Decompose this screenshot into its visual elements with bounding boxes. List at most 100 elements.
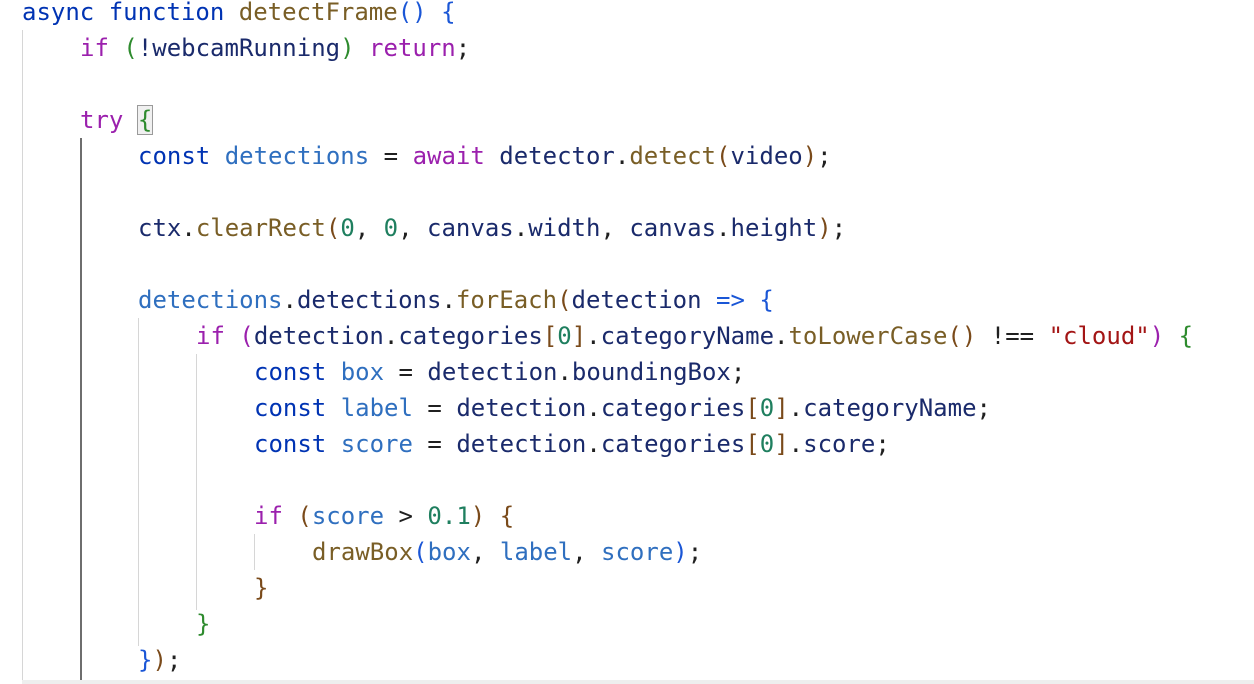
code-token: toLowerCase — [788, 322, 948, 350]
code-token: { — [441, 0, 456, 26]
code-line[interactable]: const score = detection.categories[0].sc… — [22, 426, 890, 462]
code-line[interactable]: if (detection.categories[0].categoryName… — [22, 318, 1193, 354]
code-line[interactable]: if (!webcamRunning) return; — [22, 30, 470, 66]
code-token: score — [601, 538, 674, 566]
code-token: 0 — [383, 214, 399, 242]
code-token: = — [384, 358, 428, 386]
code-token: async — [22, 0, 95, 26]
code-token: = — [412, 394, 457, 422]
code-token: . — [383, 322, 399, 350]
code-token: ( — [239, 322, 254, 350]
code-token: > — [384, 502, 428, 530]
code-token: { — [499, 502, 515, 530]
code-token: . — [586, 430, 601, 458]
code-token: ) — [470, 502, 486, 530]
code-token: ) — [1149, 322, 1165, 350]
code-token: . — [586, 394, 601, 422]
code-token: ( — [413, 538, 428, 566]
code-token: clearRect — [195, 214, 326, 242]
code-token: if — [196, 322, 225, 350]
code-line[interactable]: const label = detection.categories[0].ca… — [22, 390, 991, 426]
code-token: () — [397, 0, 427, 26]
code-token: . — [788, 430, 804, 458]
code-token: 0 — [759, 430, 775, 458]
code-token: ctx — [138, 214, 182, 242]
code-token: 0 — [759, 394, 775, 422]
code-token: video — [730, 142, 803, 170]
code-token: [ — [745, 394, 760, 422]
code-token: , — [398, 214, 428, 242]
code-token: 0 — [340, 214, 355, 242]
code-token: } — [196, 610, 211, 638]
code-token: ; — [730, 358, 746, 386]
code-token: } — [138, 646, 153, 674]
code-token: , — [600, 214, 630, 242]
code-token: width — [528, 214, 601, 242]
horizontal-scrollbar[interactable] — [22, 680, 1254, 684]
code-token: = — [412, 430, 457, 458]
code-token: ; — [166, 646, 182, 674]
code-token: drawBox — [312, 538, 414, 566]
code-line[interactable]: } — [22, 606, 210, 642]
code-token: categoryName — [803, 394, 977, 422]
code-token: . — [614, 142, 630, 170]
code-token: const — [254, 430, 327, 458]
code-token: detections — [224, 142, 370, 170]
code-line[interactable]: } — [22, 570, 268, 606]
matched-bracket: { — [136, 105, 154, 135]
code-token: . — [513, 214, 529, 242]
code-token: ] — [774, 430, 789, 458]
code-line[interactable]: async function detectFrame() { — [22, 0, 456, 30]
code-token: detector — [499, 142, 615, 170]
code-line[interactable]: const box = detection.boundingBox; — [22, 354, 745, 390]
code-token: const — [254, 358, 327, 386]
code-token: ) — [817, 214, 832, 242]
code-line[interactable]: ctx.clearRect(0, 0, canvas.width, canvas… — [22, 210, 846, 246]
code-token: ) — [152, 646, 167, 674]
code-token: detect — [629, 142, 717, 170]
code-line[interactable]: if (score > 0.1) { — [22, 498, 514, 534]
code-token: [ — [542, 322, 558, 350]
code-token: score — [340, 430, 413, 458]
code-token: . — [774, 322, 789, 350]
code-token: ( — [557, 286, 572, 314]
code-token: ) — [340, 34, 355, 62]
code-token: } — [254, 574, 269, 602]
code-token: detection — [571, 286, 702, 314]
code-line[interactable]: }); — [22, 642, 181, 678]
code-line[interactable]: const detections = await detector.detect… — [22, 138, 832, 174]
code-token: if — [80, 34, 109, 62]
code-token: ) — [673, 538, 688, 566]
code-token: await — [412, 142, 485, 170]
code-token: detections — [138, 286, 283, 314]
code-editor[interactable]: async function detectFrame() {if (!webca… — [0, 0, 1254, 684]
code-token: ] — [774, 394, 789, 422]
code-token: "cloud" — [1048, 322, 1150, 350]
code-token: score — [311, 502, 385, 530]
code-token: categories — [398, 322, 543, 350]
code-token: ( — [325, 214, 341, 242]
code-token: label — [340, 394, 413, 422]
code-token: ] — [571, 322, 587, 350]
code-line[interactable]: drawBox(box, label, score); — [22, 534, 702, 570]
code-token: , — [572, 538, 602, 566]
code-token: { — [759, 286, 774, 314]
code-token: ; — [687, 538, 703, 566]
code-line[interactable]: try { — [22, 102, 154, 138]
code-token: 0 — [557, 322, 572, 350]
code-token: ( — [297, 502, 312, 530]
code-token: . — [441, 286, 456, 314]
code-line[interactable]: detections.detections.forEach(detection … — [22, 282, 774, 318]
code-token: detection — [456, 430, 587, 458]
code-token: . — [181, 214, 196, 242]
code-token: try — [80, 106, 124, 134]
code-token: const — [254, 394, 327, 422]
